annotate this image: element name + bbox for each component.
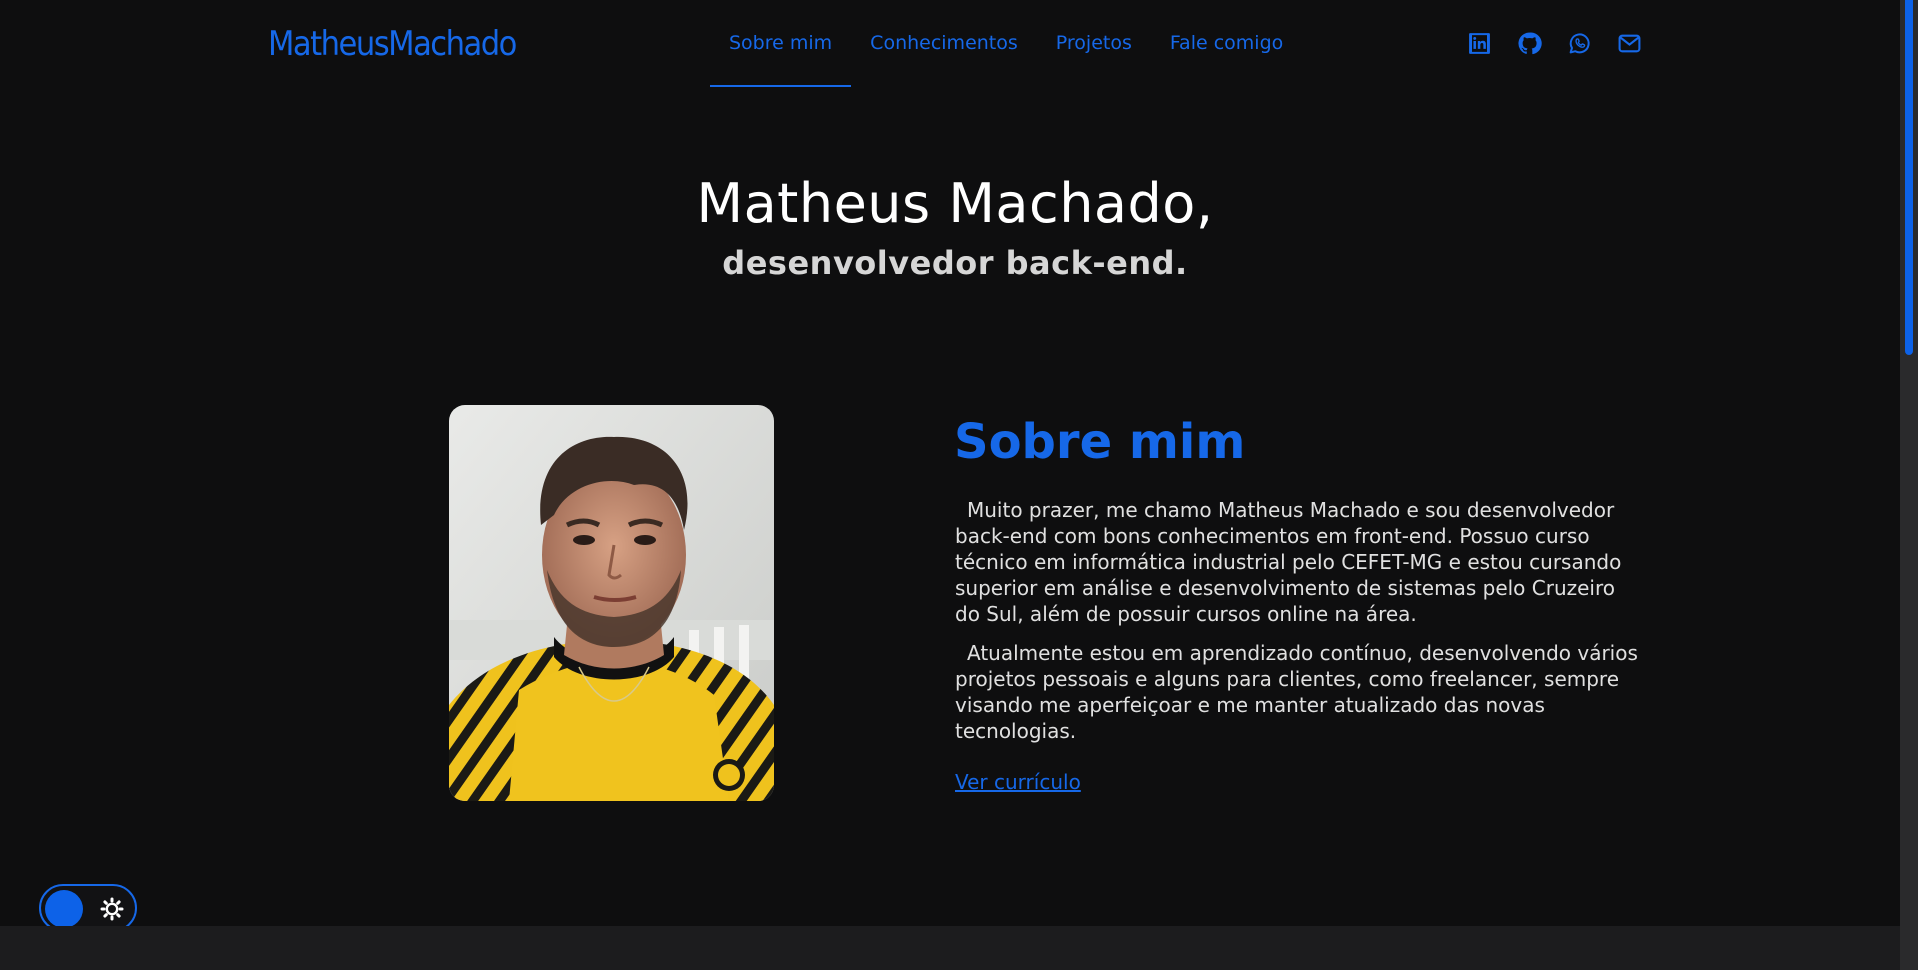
nav-item-sobre-mim[interactable]: Sobre mim <box>710 0 852 88</box>
nav-item-label: Sobre mim <box>729 32 833 54</box>
nav-item-fale-comigo[interactable]: Fale comigo <box>1151 0 1302 88</box>
social-links <box>1466 30 1642 56</box>
whatsapp-icon[interactable] <box>1566 30 1592 56</box>
nav-item-conhecimentos[interactable]: Conhecimentos <box>851 0 1037 88</box>
next-section-edge <box>0 926 1900 970</box>
nav-item-label: Projetos <box>1055 32 1132 54</box>
profile-photo <box>449 405 774 801</box>
nav-item-label: Fale comigo <box>1169 32 1284 54</box>
site-logo[interactable]: MatheusMachado <box>268 24 517 64</box>
nav-item-projetos[interactable]: Projetos <box>1037 0 1151 88</box>
about-paragraph: Muito prazer, me chamo Matheus Machado e… <box>955 498 1622 626</box>
linkedin-icon[interactable] <box>1466 30 1492 56</box>
main-nav: Sobre mim Conhecimentos Projetos Fale co… <box>710 0 1302 88</box>
toggle-knob <box>45 890 83 928</box>
theme-toggle[interactable] <box>39 884 137 932</box>
about-paragraph: Atualmente estou em aprendizado contínuo… <box>955 641 1638 743</box>
page: MatheusMachado Sobre mim Conhecimentos P… <box>0 0 1918 970</box>
hero-subtitle: desenvolvedor back-end. <box>722 244 1188 282</box>
github-icon[interactable] <box>1516 30 1542 56</box>
cv-link[interactable]: Ver currículo <box>955 770 1081 794</box>
scrollbar-thumb[interactable] <box>1905 0 1913 355</box>
scrollbar[interactable] <box>1900 0 1918 970</box>
email-icon[interactable] <box>1616 30 1642 56</box>
about-title: Sobre mim <box>954 414 1246 470</box>
hero-title: Matheus Machado, <box>696 172 1214 235</box>
about-text: Muito prazer, me chamo Matheus Machado e… <box>955 497 1645 757</box>
site-header: MatheusMachado Sobre mim Conhecimentos P… <box>0 0 1900 88</box>
sun-icon <box>100 897 124 921</box>
nav-item-label: Conhecimentos <box>870 32 1018 54</box>
